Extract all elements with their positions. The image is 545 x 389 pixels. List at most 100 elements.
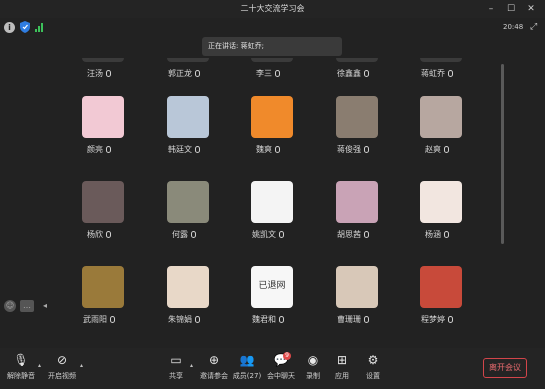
participant-tile[interactable]: 杨涵 — [398, 181, 482, 259]
shield-icon[interactable] — [20, 21, 30, 33]
participant-tile[interactable]: 魏爽 — [229, 96, 313, 174]
participant-tile[interactable]: 杨欣 — [60, 181, 144, 259]
participant-tile[interactable]: 郭正龙 — [145, 58, 229, 98]
chevron-up-icon[interactable]: ▴ — [190, 362, 193, 369]
participant-name-text: 朱锦娟 — [168, 315, 192, 324]
participant-name: 徐鑫鑫 — [314, 68, 392, 79]
collapse-arrow-icon[interactable]: ◂ — [40, 300, 50, 312]
participant-name: 朱锦娟 — [145, 314, 223, 325]
participant-name: 李三 — [229, 68, 307, 79]
avatar — [167, 58, 209, 62]
emoji-icon[interactable]: ☺ — [4, 300, 16, 312]
reaction-controls: ☺ … ◂ — [4, 300, 54, 314]
avatar — [167, 96, 209, 138]
participant-name-text: 郭正龙 — [168, 69, 192, 78]
leave-meeting-button[interactable]: 离开会议 — [483, 358, 527, 378]
participant-tile[interactable]: 徐鑫鑫 — [314, 58, 398, 98]
mic-icon — [195, 70, 200, 77]
avatar — [336, 58, 378, 62]
participant-tile[interactable]: 武雨阳 — [60, 266, 144, 344]
mic-icon — [364, 316, 369, 323]
mic-icon — [191, 231, 196, 238]
chevron-up-icon[interactable]: ▴ — [38, 362, 41, 369]
participant-tile[interactable]: 蒋虹乔 — [398, 58, 482, 98]
avatar — [82, 96, 124, 138]
participant-tile[interactable]: 曹珊珊 — [314, 266, 398, 344]
participant-name: 杨涵 — [398, 229, 476, 240]
participant-name: 何露 — [145, 229, 223, 240]
avatar — [251, 181, 293, 223]
avatar — [82, 266, 124, 308]
participant-name-text: 曹珊珊 — [337, 315, 361, 324]
mic-icon — [275, 146, 280, 153]
participant-name-text: 魏爽 — [256, 145, 272, 154]
fullscreen-icon[interactable]: ⤢ — [530, 22, 540, 32]
settings-button[interactable]: ⚙ 设置 — [353, 352, 393, 388]
participant-tile[interactable]: 姚凯文 — [229, 181, 313, 259]
participant-tile[interactable]: 颜亮 — [60, 96, 144, 174]
mic-icon — [448, 316, 453, 323]
participant-name-text: 魏君和 — [252, 315, 276, 324]
settings-label: 设置 — [366, 372, 380, 380]
info-icon[interactable]: i — [4, 22, 15, 33]
participant-name-text: 武雨阳 — [83, 315, 107, 324]
mic-icon — [195, 146, 200, 153]
participant-tile[interactable]: 韩廷文 — [145, 96, 229, 174]
chevron-up-icon[interactable]: ▴ — [80, 362, 83, 369]
avatar — [420, 96, 462, 138]
avatar — [82, 181, 124, 223]
mic-icon — [106, 231, 111, 238]
avatar: 已退网 — [251, 266, 293, 308]
participant-tile[interactable]: 胡思茜 — [314, 181, 398, 259]
participant-name-text: 汪汤 — [87, 69, 103, 78]
avatar — [167, 181, 209, 223]
maximize-icon[interactable]: ☐ — [504, 2, 518, 16]
participant-tile[interactable]: 蒋俊强 — [314, 96, 398, 174]
participant-tile[interactable]: 朱锦娟 — [145, 266, 229, 344]
participant-tile[interactable]: 李三 — [229, 58, 313, 98]
mic-icon — [444, 231, 449, 238]
mic-icon — [106, 70, 111, 77]
participant-name: 武雨阳 — [60, 314, 138, 325]
mic-icon — [110, 316, 115, 323]
video-label: 开启视频 — [48, 372, 76, 380]
avatar — [420, 58, 462, 62]
scrollbar[interactable] — [501, 64, 504, 244]
share-button[interactable]: ▭ 共享 — [156, 352, 196, 388]
participant-name: 赵爽 — [398, 144, 476, 155]
mic-icon — [364, 70, 369, 77]
share-screen-icon: ▭ — [170, 353, 182, 367]
participant-tile[interactable]: 何露 — [145, 181, 229, 259]
participant-name-text: 何露 — [172, 230, 188, 239]
video-button[interactable]: ⊘ 开启视频 — [42, 352, 82, 388]
participant-tile[interactable]: 汪汤 — [60, 58, 144, 98]
participant-name: 郭正龙 — [145, 68, 223, 79]
avatar — [336, 96, 378, 138]
signal-icon[interactable] — [35, 22, 45, 32]
mic-icon — [364, 146, 369, 153]
mic-icon — [444, 146, 449, 153]
mic-off-icon: 🎙 — [13, 353, 29, 367]
participant-tile[interactable]: 赵爽 — [398, 96, 482, 174]
participant-tile[interactable]: 程梦婷 — [398, 266, 482, 344]
participant-tile[interactable]: 已退网 魏君和 — [229, 266, 313, 344]
participant-name: 杨欣 — [60, 229, 138, 240]
mic-icon — [275, 70, 280, 77]
participant-name: 魏君和 — [229, 314, 307, 325]
close-icon[interactable]: ✕ — [524, 2, 538, 16]
minimize-icon[interactable]: – — [484, 2, 498, 16]
camera-off-icon: ⊘ — [56, 353, 68, 367]
avatar — [82, 58, 124, 62]
avatar — [251, 58, 293, 62]
mute-button[interactable]: 🎙 解除静音 — [1, 352, 41, 388]
participant-name: 胡思茜 — [314, 229, 392, 240]
participant-name-text: 韩廷文 — [168, 145, 192, 154]
share-label: 共享 — [169, 372, 183, 380]
participant-name-text: 胡思茜 — [337, 230, 361, 239]
participant-name: 蒋虹乔 — [398, 68, 476, 79]
participant-name-text: 杨涵 — [425, 230, 441, 239]
participant-name: 姚凯文 — [229, 229, 307, 240]
chat-bubble-icon[interactable]: … — [20, 300, 34, 312]
participant-name-text: 姚凯文 — [252, 230, 276, 239]
mic-icon — [279, 316, 284, 323]
